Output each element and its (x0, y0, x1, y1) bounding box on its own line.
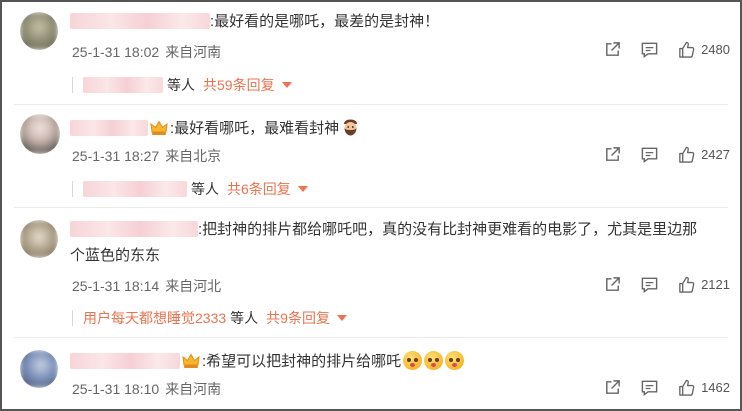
comment-date: 25-1-31 18:14 (72, 278, 160, 294)
like-count: 2121 (701, 277, 730, 292)
share-icon (606, 380, 620, 394)
like-button[interactable]: 2427 (677, 145, 730, 164)
comment-content: :最好看哪吒，最难看封神 (70, 119, 359, 139)
comment-content: :最好看的是哪吒，最差的是封神！ (70, 12, 439, 32)
caret-down-icon (297, 186, 308, 192)
comment-date: 25-1-31 18:10 (72, 381, 160, 397)
caret-down-icon (281, 82, 292, 88)
share-button[interactable] (603, 145, 622, 164)
comment-content: :希望可以把封神的排片给哪吒 (70, 351, 465, 372)
comment-date: 25-1-31 18:27 (72, 148, 160, 164)
drooling-emoji-icon (445, 351, 465, 370)
avatar[interactable] (20, 350, 58, 388)
avatar[interactable] (20, 220, 58, 258)
comment-button[interactable] (640, 145, 659, 164)
comment-meta: 25-1-31 18:27 来自北京 (72, 146, 221, 166)
drooling-emoji-icon (403, 351, 423, 370)
reply-summary: 用户每天都想睡觉2333 等人 共9条回复 (72, 308, 347, 328)
like-count: 2427 (701, 147, 730, 162)
comment-content: :把封神的排片都给哪吒吧，真的没有比封神更难看的电影了，尤其是里边那 (70, 220, 697, 240)
reply-divider (72, 77, 73, 93)
comment-button[interactable] (640, 275, 659, 294)
thumbs-up-icon (679, 146, 695, 163)
comment-location: 来自北京 (165, 148, 222, 164)
username-masked[interactable] (70, 221, 198, 237)
bearded-face-emoji-icon (344, 119, 358, 136)
comment-actions: 2480 (585, 40, 730, 59)
drooling-emoji-icon (424, 351, 444, 370)
comment-meta: 25-1-31 18:10 来自河南 (72, 379, 221, 399)
comment-item: :最好看的是哪吒，最差的是封神！ 25-1-31 18:02 来自河南 2480 … (2, 2, 740, 102)
comment-item: :最好看哪吒，最难看封神 25-1-31 18:27 来自北京 2427 等人 共… (2, 105, 740, 205)
view-replies-link[interactable]: 共59条回复 (203, 75, 292, 95)
comment-icon (641, 380, 658, 397)
share-button[interactable] (603, 275, 622, 294)
comment-list: :最好看的是哪吒，最差的是封神！ 25-1-31 18:02 来自河南 2480 … (0, 0, 742, 411)
comment-button[interactable] (640, 40, 659, 59)
comment-icon (641, 277, 658, 294)
comment-meta: 25-1-31 18:14 来自河北 (72, 276, 221, 296)
comment-icon (641, 42, 658, 59)
comment-item: :希望可以把封神的排片给哪吒 25-1-31 18:10 来自河南 1462 (2, 338, 740, 409)
comment-actions: 2427 (585, 145, 730, 164)
comment-date: 25-1-31 18:02 (72, 44, 160, 60)
comment-location: 来自河南 (165, 44, 222, 60)
username-masked[interactable] (70, 353, 180, 369)
like-count: 2480 (701, 42, 730, 57)
share-button[interactable] (603, 378, 622, 397)
avatar[interactable] (20, 114, 60, 154)
comment-content-continued: 个蓝色的东东 (70, 247, 161, 264)
comment-icon (641, 147, 658, 164)
like-button[interactable]: 2121 (677, 275, 730, 294)
caret-down-icon (336, 315, 347, 321)
comment-button[interactable] (640, 378, 659, 397)
reply-divider (72, 181, 73, 197)
thumbs-up-icon (679, 379, 695, 396)
comment-meta: 25-1-31 18:02 来自河南 (72, 42, 221, 62)
crown-badge-icon (182, 353, 200, 368)
share-icon (606, 277, 620, 291)
reply-users-masked[interactable] (83, 77, 163, 93)
crown-badge-icon (150, 120, 168, 135)
reply-summary: 等人 共59条回复 (72, 75, 292, 95)
like-count: 1462 (701, 380, 730, 395)
thumbs-up-icon (679, 276, 695, 293)
share-icon (606, 147, 620, 161)
comment-location: 来自河南 (165, 381, 222, 397)
like-button[interactable]: 2480 (677, 40, 730, 59)
view-replies-link[interactable]: 共6条回复 (227, 179, 308, 199)
username-masked[interactable] (70, 120, 148, 136)
avatar[interactable] (20, 12, 58, 50)
username-masked[interactable] (70, 13, 210, 29)
thumbs-up-icon (679, 41, 695, 58)
comment-actions: 1462 (585, 378, 730, 397)
reply-divider (72, 310, 73, 326)
comment-actions: 2121 (585, 275, 730, 294)
reply-users-masked[interactable] (83, 181, 187, 197)
comment-location: 来自河北 (165, 278, 222, 294)
share-icon (606, 42, 620, 56)
view-replies-link[interactable]: 共9条回复 (266, 308, 347, 328)
like-button[interactable]: 1462 (677, 378, 730, 397)
comment-item: :把封神的排片都给哪吒吧，真的没有比封神更难看的电影了，尤其是里边那 个蓝色的东… (2, 208, 740, 336)
reply-user-link[interactable]: 用户每天都想睡觉2333 (83, 308, 226, 328)
reply-summary: 等人 共6条回复 (72, 179, 308, 199)
share-button[interactable] (603, 40, 622, 59)
